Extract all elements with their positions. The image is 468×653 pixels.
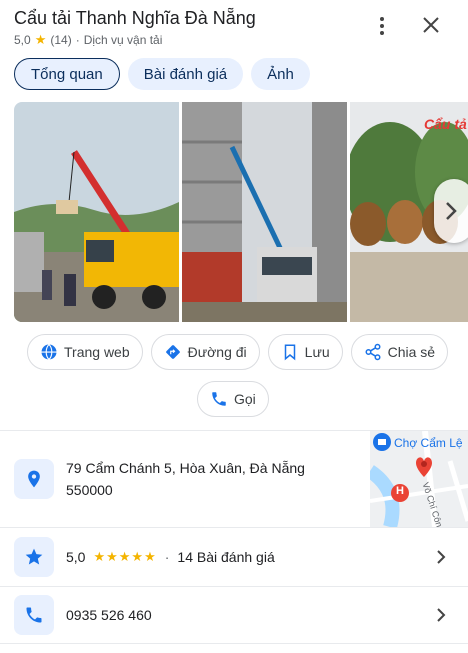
- carousel-next-button[interactable]: [434, 179, 468, 243]
- map-place-label: Chợ Cẩm Lệ: [394, 436, 463, 450]
- photo-crane-truck-2[interactable]: [182, 102, 347, 322]
- globe-icon: [41, 344, 57, 360]
- call-button[interactable]: Gọi: [197, 381, 269, 417]
- rating-row-value: 5,0: [66, 549, 86, 565]
- location-pin-icon: [14, 459, 54, 499]
- directions-icon: [165, 345, 180, 359]
- directions-label: Đường đi: [187, 344, 247, 360]
- rating-row-reviews: 14 Bài đánh giá: [177, 549, 275, 565]
- photo-carousel: Cẩu tả: [14, 102, 468, 322]
- review-count[interactable]: (14): [50, 33, 71, 47]
- phone-icon: [14, 595, 54, 635]
- more-options-icon[interactable]: [374, 14, 390, 38]
- website-label: Trang web: [64, 344, 130, 360]
- star-icon: ★: [34, 32, 47, 47]
- tab-overview[interactable]: Tổng quan: [14, 58, 120, 90]
- hospital-marker: H: [396, 485, 404, 497]
- share-button[interactable]: Chia sẻ: [350, 334, 449, 370]
- address-text[interactable]: 79 Cẩm Chánh 5, Hòa Xuân, Đà Nẵng 550000: [66, 457, 305, 501]
- phone-icon: [212, 392, 226, 406]
- rating-summary: 5,0 ★ (14) · Dịch vụ vận tải: [14, 32, 162, 48]
- separator-dot: ·: [164, 549, 170, 565]
- rating-row[interactable]: 5,0 ★★★★★ · 14 Bài đánh giá: [66, 546, 275, 568]
- website-button[interactable]: Trang web: [27, 334, 143, 370]
- place-title: Cẩu tải Thanh Nghĩa Đà Nẵng: [14, 8, 256, 28]
- chevron-right-icon[interactable]: [434, 550, 448, 564]
- separator-dot: ·: [75, 33, 80, 47]
- phone-number[interactable]: 0935 526 460: [66, 604, 152, 626]
- call-label: Gọi: [234, 391, 256, 407]
- map-thumbnail[interactable]: Chợ Cẩm Lệ H Võ Chí Công: [370, 431, 468, 527]
- tab-photos[interactable]: Ảnh: [251, 58, 310, 90]
- address-line-2: 550000: [66, 482, 113, 498]
- photo-crane-truck-1[interactable]: [14, 102, 179, 322]
- section-divider: [0, 527, 468, 528]
- rating-stars: ★★★★★: [93, 549, 157, 564]
- tab-reviews[interactable]: Bài đánh giá: [127, 58, 244, 90]
- share-icon: [365, 343, 381, 361]
- section-divider: [0, 643, 468, 644]
- rating-value: 5,0: [14, 33, 31, 47]
- directions-button[interactable]: Đường đi: [150, 334, 260, 370]
- place-category[interactable]: Dịch vụ vận tải: [84, 33, 163, 47]
- save-label: Lưu: [304, 344, 330, 360]
- photo-overlay-text: Cẩu tả: [424, 116, 467, 132]
- share-label: Chia sẻ: [387, 344, 436, 360]
- tab-bar: Tổng quan Bài đánh giá Ảnh: [14, 58, 310, 90]
- section-divider: [0, 586, 468, 587]
- action-bar: Trang web Đường đi Lưu Chia sẻ: [27, 334, 449, 370]
- chevron-right-icon: [446, 202, 457, 220]
- save-button[interactable]: Lưu: [267, 334, 343, 370]
- star-icon: [14, 537, 54, 577]
- chevron-right-icon[interactable]: [434, 608, 448, 622]
- close-icon[interactable]: [420, 14, 442, 36]
- address-line-1: 79 Cẩm Chánh 5, Hòa Xuân, Đà Nẵng: [66, 460, 305, 476]
- bookmark-icon: [284, 344, 295, 361]
